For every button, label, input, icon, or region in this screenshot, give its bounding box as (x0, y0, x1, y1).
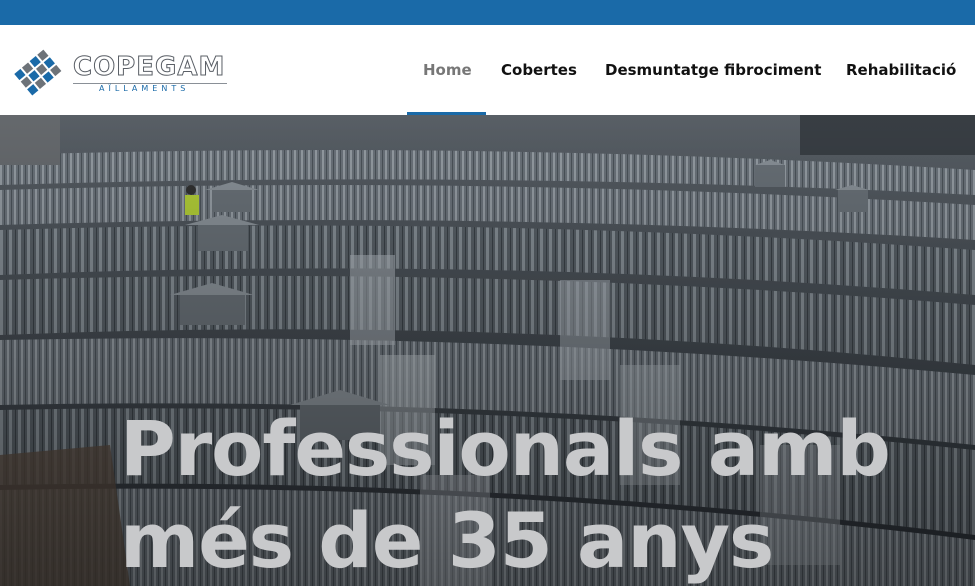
nav-item-home[interactable]: Home (423, 60, 472, 80)
nav-item-desmuntatge-fibrociment[interactable]: Desmuntatge fibrociment (605, 60, 821, 80)
site-header: COPEGAM AÏLLAMENTS Home Cobertes Desmunt… (0, 25, 975, 115)
hero-title-line-1: Professionals amb (120, 404, 891, 493)
main-nav: Home Cobertes Desmuntatge fibrociment Re… (0, 25, 975, 115)
top-accent-bar (0, 0, 975, 25)
nav-item-cobertes[interactable]: Cobertes (501, 60, 577, 80)
nav-item-rehabilitacio[interactable]: Rehabilitació (846, 60, 956, 80)
hero-banner: Professionals amb més de 35 anys (0, 115, 975, 586)
hero-title-line-2: més de 35 anys (120, 496, 774, 585)
hero-title: Professionals amb més de 35 anys (120, 403, 891, 586)
